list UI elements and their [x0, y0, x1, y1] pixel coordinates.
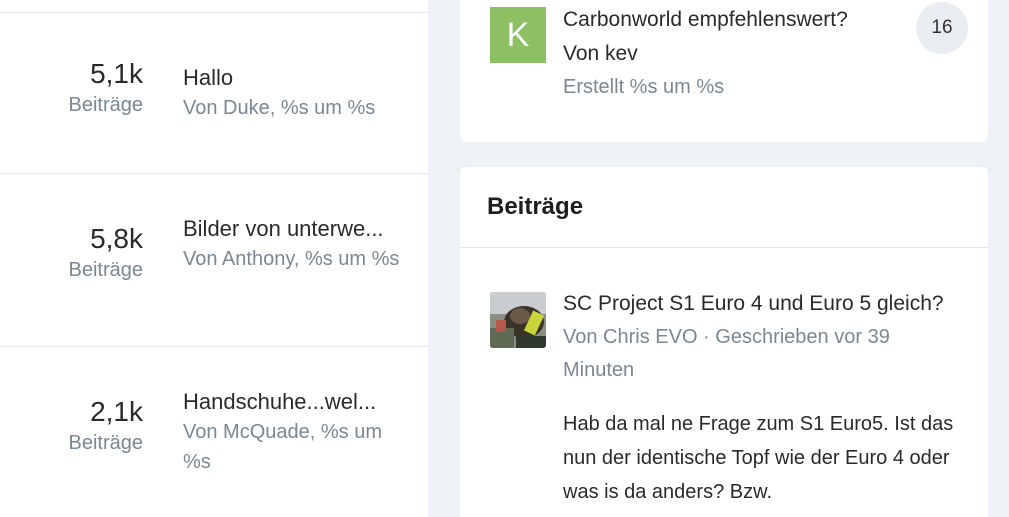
post-count: 5,1k: [90, 58, 143, 89]
post-excerpt: Hab da mal ne Frage zum S1 Euro5. Ist da…: [563, 413, 954, 503]
thread-row[interactable]: 2,1k Beiträge Handschuhe...wel... Von Mc…: [0, 347, 428, 517]
thread-meta: Von Anthony, %s um %s: [183, 248, 400, 270]
thread-author: Von kev: [563, 42, 638, 65]
thread-created: Erstellt %s um %s: [563, 76, 725, 98]
thread-title-link[interactable]: Hallo: [183, 63, 411, 93]
post-count-label: Beiträge: [68, 259, 144, 281]
post-count-label: Beiträge: [68, 432, 144, 454]
avatar[interactable]: [490, 292, 546, 348]
reply-count-badge: 16: [916, 2, 968, 54]
thread-card[interactable]: K Carbonworld empfehlenswert? Von kev Er…: [460, 0, 988, 142]
thread-list-panel: 5,1k Beiträge Hallo Von Duke, %s um %s 5…: [0, 0, 428, 517]
avatar[interactable]: K: [490, 7, 546, 63]
section-heading: Beiträge: [487, 193, 584, 220]
post-meta: Von Chris EVO · Geschrieben vor 39 Minut…: [563, 326, 890, 381]
post-count-label: Beiträge: [68, 94, 144, 116]
thread-info: Hallo Von Duke, %s um %s: [183, 63, 411, 123]
thread-stat: 5,8k Beiträge: [69, 222, 144, 284]
thread-info: Bilder von unterwe... Von Anthony, %s um…: [183, 214, 411, 274]
divider: [460, 247, 988, 248]
thread-stat: 5,1k Beiträge: [69, 57, 144, 119]
thread-stat: 2,1k Beiträge: [69, 395, 144, 457]
post-count: 2,1k: [90, 396, 143, 427]
thread-meta: Von McQuade, %s um %s: [183, 421, 382, 473]
thread-info: Handschuhe...wel... Von McQuade, %s um %…: [183, 387, 411, 477]
thread-title-link[interactable]: Carbonworld empfehlenswert?: [563, 5, 848, 35]
thread-title-link[interactable]: Bilder von unterwe...: [183, 214, 411, 244]
post-title-link[interactable]: SC Project S1 Euro 4 und Euro 5 gleich?: [563, 288, 944, 320]
posts-card: Beiträge SC Project S1 Euro 4 und Euro 5…: [460, 167, 988, 517]
thread-row[interactable]: 5,8k Beiträge Bilder von unterwe... Von …: [0, 174, 428, 347]
thread-title-link[interactable]: Handschuhe...wel...: [183, 387, 411, 417]
thread-row[interactable]: 5,1k Beiträge Hallo Von Duke, %s um %s: [0, 13, 428, 174]
post-count: 5,8k: [90, 223, 143, 254]
thread-meta: Von Duke, %s um %s: [183, 97, 376, 119]
